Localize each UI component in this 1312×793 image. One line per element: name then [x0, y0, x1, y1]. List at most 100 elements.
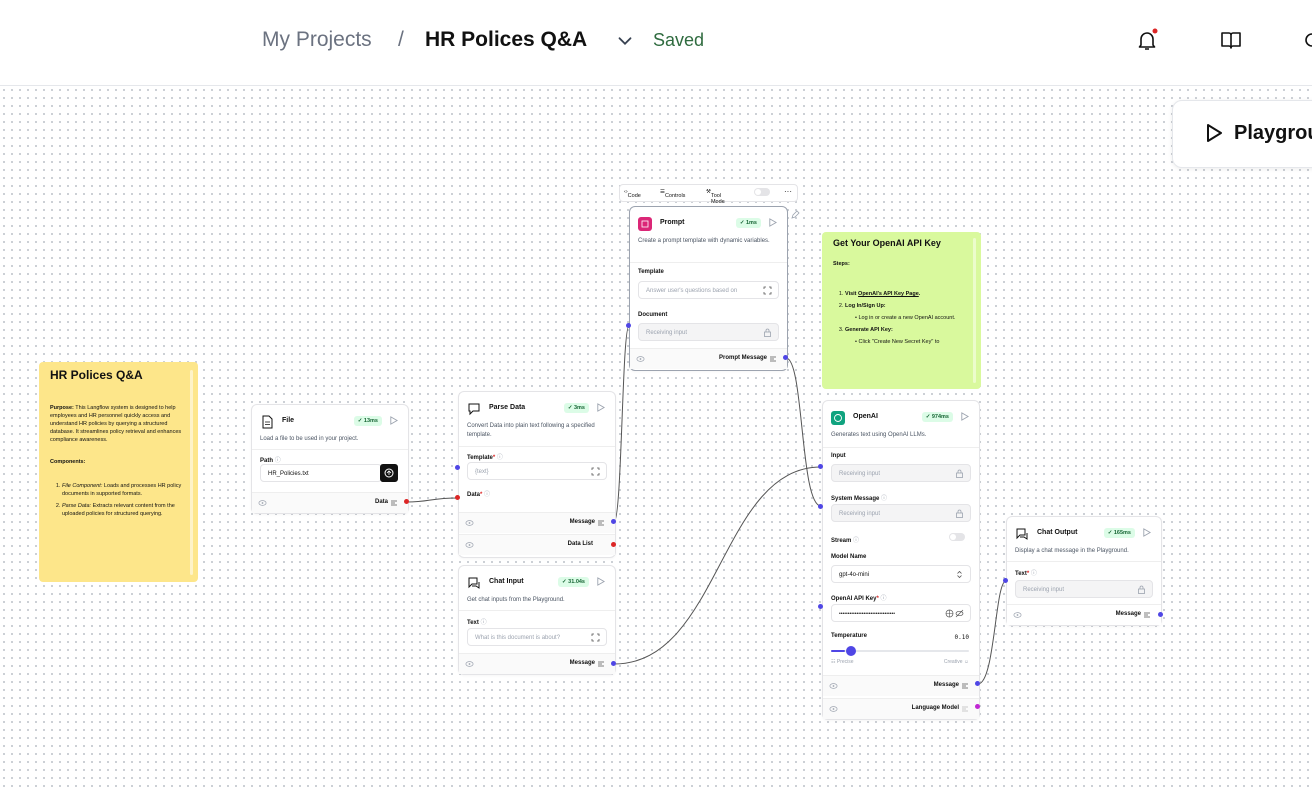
tool-mode-toggle[interactable]	[754, 188, 770, 196]
inspect-icon[interactable]	[769, 355, 777, 363]
input-handle[interactable]	[626, 323, 631, 328]
node-description: Get chat inputs from the Playground.	[467, 597, 565, 603]
flow-title[interactable]: HR Polices Q&A	[425, 28, 587, 52]
eye-icon[interactable]	[465, 660, 474, 668]
note-scrollbar[interactable]	[973, 238, 976, 383]
openai-node[interactable]: OpenAI ✓ 974ms Generates text using Open…	[822, 400, 980, 720]
node-description: Load a file to be used in your project.	[260, 436, 359, 442]
template-field[interactable]: {text}	[467, 462, 607, 480]
field-label: OpenAI API Key* ⓘ	[831, 596, 887, 602]
inspect-icon[interactable]	[597, 519, 605, 527]
slider-thumb[interactable]	[845, 646, 856, 656]
api-key-field[interactable]: ••••••••••••••••••••••••••••••••	[831, 604, 971, 622]
inspect-icon[interactable]	[597, 660, 605, 668]
chat-text-field[interactable]: What is this document is about?	[467, 628, 607, 646]
run-icon[interactable]	[596, 577, 605, 586]
components-label: Components:	[50, 459, 86, 465]
eye-off-icon[interactable]	[955, 609, 964, 618]
eye-icon[interactable]	[465, 519, 474, 527]
edit-icon[interactable]	[790, 210, 800, 220]
globe-icon[interactable]	[945, 609, 954, 618]
precise-label: ☷ Precise	[831, 659, 854, 665]
input-handle[interactable]	[455, 495, 460, 500]
chat-input-node[interactable]: Chat Input ✓ 31.04s Get chat inputs from…	[458, 565, 616, 675]
input-handle[interactable]	[1003, 578, 1008, 583]
code-button[interactable]: ‹› Code	[624, 189, 641, 199]
output-handle[interactable]	[611, 661, 616, 666]
output-label: Message	[569, 660, 595, 666]
output-handle[interactable]	[1158, 612, 1163, 617]
run-icon[interactable]	[768, 218, 777, 227]
run-icon[interactable]	[596, 403, 605, 412]
input-handle[interactable]	[818, 504, 823, 509]
upload-icon	[384, 468, 394, 478]
field-label: Template* ⓘ	[467, 455, 503, 461]
node-title: Chat Input	[489, 578, 524, 585]
temperature-slider[interactable]	[831, 646, 969, 656]
eye-icon[interactable]	[1013, 611, 1022, 619]
eye-icon[interactable]	[829, 682, 838, 690]
playground-label: Playground	[1234, 122, 1312, 144]
controls-button[interactable]: ☰ Controls	[660, 189, 685, 199]
save-status: Saved	[653, 30, 705, 50]
inspect-icon[interactable]	[1143, 611, 1151, 619]
inspect-icon[interactable]	[961, 682, 969, 690]
model-select[interactable]: gpt-4o-mini	[831, 565, 971, 583]
prompt-node[interactable]: Prompt ✓ 1ms Create a prompt template wi…	[629, 206, 788, 371]
output-handle[interactable]	[611, 542, 616, 547]
field-label: Text ⓘ	[467, 620, 487, 626]
input-handle[interactable]	[818, 604, 823, 609]
book-icon[interactable]	[1219, 28, 1243, 52]
expand-icon[interactable]	[591, 467, 600, 476]
breadcrumb-separator: /	[398, 28, 404, 51]
chat-output-node[interactable]: Chat Output ✓ 165ms Display a chat messa…	[1006, 516, 1162, 626]
api-key-link[interactable]: OpenAI's API Key Page	[858, 291, 919, 297]
build-time-badge: ✓ 165ms	[1103, 528, 1135, 538]
parse-data-node[interactable]: Parse Data ✓ 3ms Convert Data into plain…	[458, 391, 616, 558]
playground-button[interactable]: Playground	[1172, 100, 1312, 168]
purpose-label: Purpose:	[50, 405, 74, 411]
chevron-down-icon[interactable]	[614, 30, 636, 52]
input-handle[interactable]	[818, 464, 823, 469]
divider	[252, 449, 408, 450]
eye-icon[interactable]	[258, 499, 267, 507]
template-field[interactable]: Answer user's questions based on	[638, 281, 779, 299]
build-time-badge: ✓ 3ms	[563, 403, 589, 413]
openai-key-note[interactable]: Get Your OpenAI API Key Steps: Visit Ope…	[822, 232, 981, 389]
flow-canvas[interactable]: Playground HR Polices Q&A Purpose: This …	[0, 86, 1312, 793]
inspect-icon[interactable]	[961, 705, 969, 713]
more-icon[interactable]: ···	[784, 187, 792, 196]
tool-mode-button[interactable]: ⚒ Tool Mode	[706, 189, 725, 205]
note-scrollbar[interactable]	[190, 370, 193, 575]
run-icon[interactable]	[960, 412, 969, 421]
file-node[interactable]: File ✓ 13ms Load a file to be used in yo…	[251, 404, 409, 514]
path-field[interactable]: HR_Policies.txt	[260, 464, 382, 482]
output-handle[interactable]	[975, 681, 980, 686]
run-icon[interactable]	[389, 416, 398, 425]
node-description: Convert Data into plain text following a…	[467, 423, 595, 438]
settings-icon[interactable]	[1300, 28, 1312, 52]
field-label: Text* ⓘ	[1015, 571, 1037, 577]
stream-toggle[interactable]	[949, 533, 965, 541]
output-handle[interactable]	[611, 519, 616, 524]
message-square-icon	[468, 403, 480, 416]
eye-icon[interactable]	[829, 705, 838, 713]
bell-icon[interactable]	[1135, 28, 1159, 52]
eye-icon[interactable]	[465, 541, 474, 549]
expand-icon[interactable]	[763, 286, 772, 295]
input-handle[interactable]	[455, 465, 460, 470]
output-handle[interactable]	[975, 704, 980, 709]
eye-icon[interactable]	[636, 355, 645, 363]
upload-button[interactable]	[380, 464, 398, 482]
expand-icon[interactable]	[591, 633, 600, 642]
lock-icon	[1138, 585, 1145, 594]
inspect-icon[interactable]	[390, 499, 398, 507]
build-time-badge: ✓ 1ms	[735, 218, 761, 228]
output-label: Message	[569, 519, 595, 525]
output-handle[interactable]	[783, 355, 788, 360]
slider-fill	[831, 650, 845, 652]
hr-note[interactable]: HR Polices Q&A Purpose: This Langflow sy…	[39, 362, 198, 582]
breadcrumb-my-projects[interactable]: My Projects	[262, 28, 372, 52]
output-handle[interactable]	[404, 499, 409, 504]
run-icon[interactable]	[1142, 528, 1151, 537]
